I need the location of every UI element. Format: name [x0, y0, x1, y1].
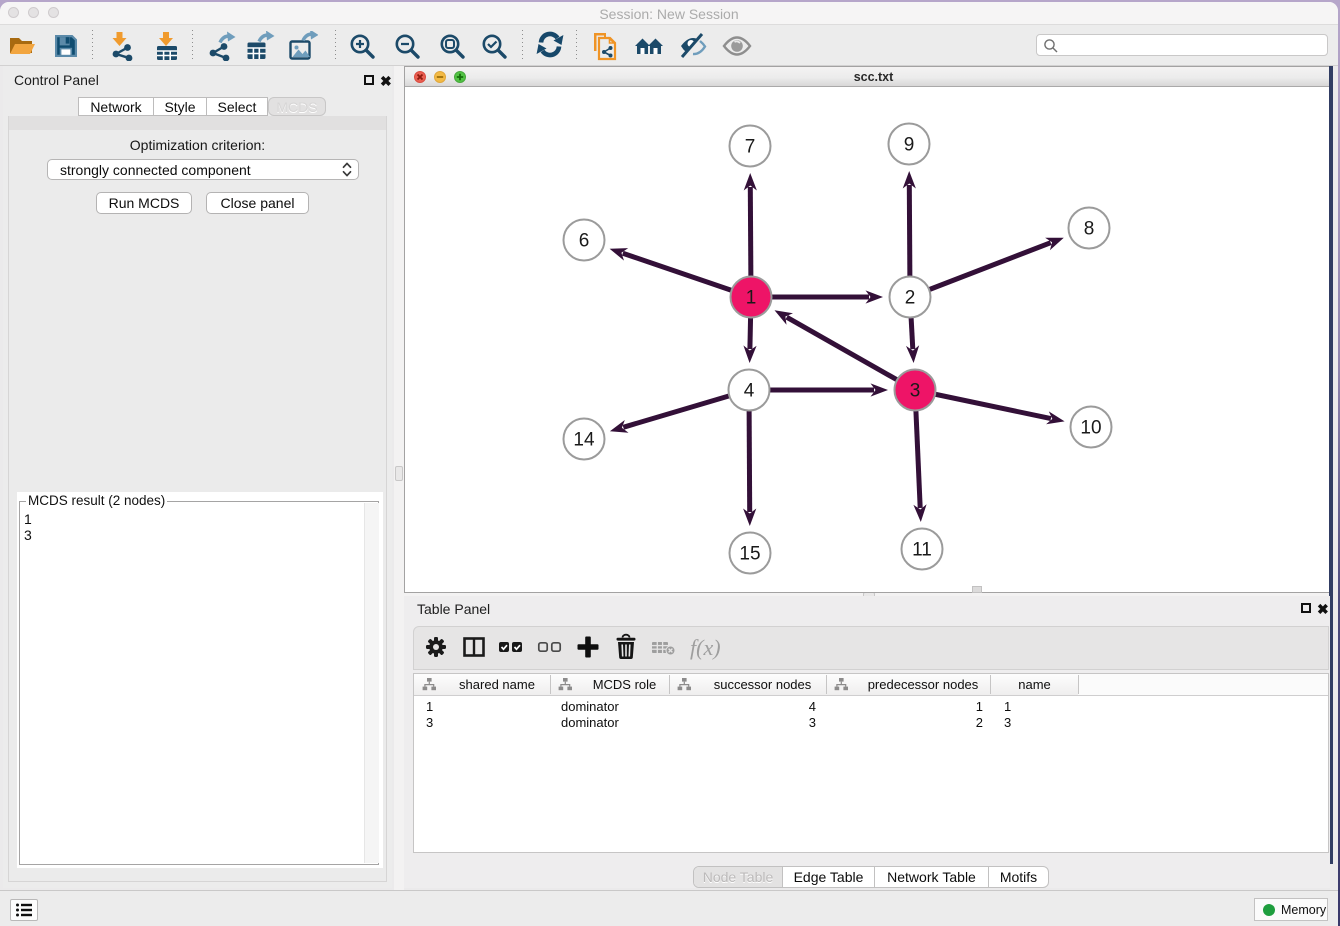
svg-text:4: 4: [744, 381, 755, 402]
svg-text:8: 8: [1084, 219, 1095, 240]
svg-text:10: 10: [1080, 418, 1101, 439]
svg-text:2: 2: [905, 288, 916, 309]
svg-text:6: 6: [579, 231, 590, 252]
svg-text:14: 14: [573, 430, 595, 451]
svg-text:9: 9: [904, 135, 915, 156]
svg-text:3: 3: [910, 381, 921, 402]
svg-text:7: 7: [745, 137, 756, 158]
svg-text:1: 1: [746, 288, 757, 309]
svg-text:15: 15: [739, 544, 760, 565]
svg-text:11: 11: [912, 540, 932, 561]
